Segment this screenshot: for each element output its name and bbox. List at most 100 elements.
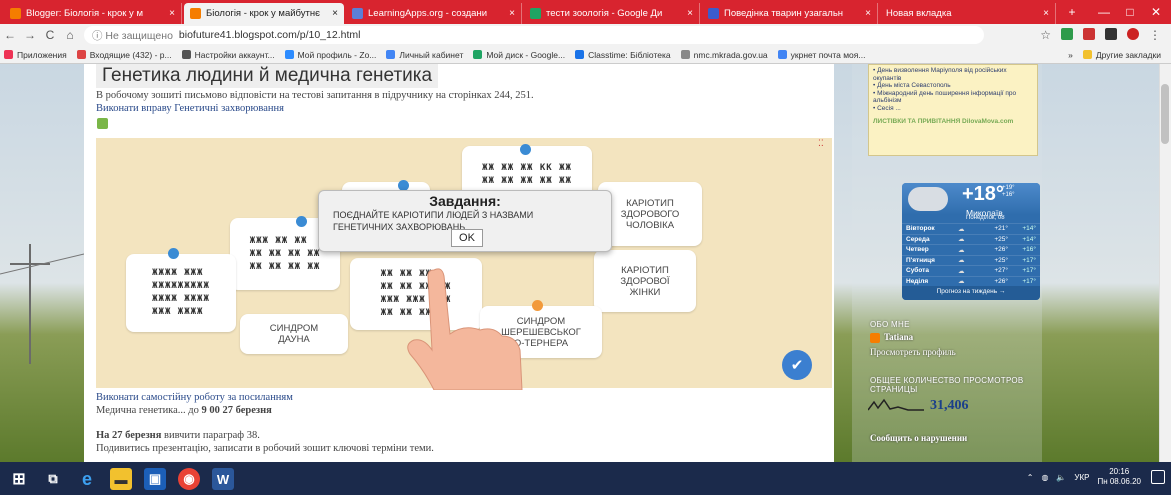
- tab-close-icon[interactable]: ×: [683, 8, 693, 19]
- fullscreen-icon[interactable]: ⁚⁚: [818, 138, 824, 149]
- forecast-row: Середа ☁ +25° +14°: [902, 233, 1040, 245]
- healthy-male-karyotype-card[interactable]: КАРІОТИП ЗДОРОВОГО ЧОЛОВІКА: [598, 182, 702, 246]
- cloud-icon: ☁: [958, 246, 965, 254]
- tab-label: Біологія - крок у майбутнє: [206, 8, 320, 19]
- clock[interactable]: 20:16 Пн 08.06.20: [1097, 467, 1141, 487]
- tab-blogger[interactable]: Blogger: Біологія - крок у м ×: [4, 3, 182, 24]
- clock-time: 20:16: [1109, 467, 1130, 476]
- url-text[interactable]: biofuture41.blogspot.com/p/10_12.html: [179, 29, 361, 41]
- karyotype-image: ЖЖ ЖЖ ЖЖ КК ЖЖ ЖЖ ЖЖ ЖЖ ЖЖ ЖЖ: [482, 163, 572, 186]
- tab-forms[interactable]: Поведінка тварин узагальн ×: [702, 3, 878, 24]
- task-dialog: Завдання: ПОЄДНАЙТЕ КАРІОТИПИ ЛЮДЕЙ З НА…: [318, 190, 612, 252]
- scrollbar-thumb[interactable]: [1161, 84, 1169, 144]
- ok-button[interactable]: OK: [451, 229, 483, 247]
- edit-icon[interactable]: [97, 118, 108, 129]
- chevron-up-icon[interactable]: ⌃: [1027, 473, 1034, 482]
- file-explorer-icon[interactable]: ▬: [110, 468, 132, 490]
- healthy-female-karyotype-card[interactable]: КАРІОТИП ЗДОРОВОЇ ЖІНКИ: [594, 250, 696, 312]
- profile-avatar[interactable]: [1127, 28, 1139, 40]
- news-item: • День визволення Маріуполя від російськ…: [873, 67, 1007, 82]
- bookmark-nmc[interactable]: nmc.mkrada.gov.ua: [680, 50, 768, 60]
- bookmark-personal-cabinet[interactable]: Личный кабинет: [386, 50, 463, 60]
- word-icon[interactable]: W: [212, 468, 234, 490]
- tab-close-icon[interactable]: ×: [165, 8, 175, 19]
- address-bar[interactable]: ⓘ Не защищено biofuture41.blogspot.com/p…: [84, 26, 984, 44]
- cloud-icon: ☁: [958, 267, 965, 275]
- chrome-icon[interactable]: ◉: [178, 468, 200, 490]
- forms-icon: [708, 8, 719, 19]
- bookmark-google-drive[interactable]: Мой диск - Google...: [473, 50, 565, 60]
- maximize-button[interactable]: □: [1116, 0, 1144, 24]
- drag-pin[interactable]: [168, 248, 179, 259]
- author-link[interactable]: Tatiana: [884, 332, 913, 342]
- bookmark-gmail[interactable]: Входящие (432) - p...: [76, 50, 172, 60]
- task-view-icon[interactable]: ⧉: [42, 468, 64, 490]
- holidays-widget[interactable]: • День визволення Маріуполя від російськ…: [868, 64, 1038, 156]
- bookmark-account-settings[interactable]: Настройки аккаунт...: [181, 50, 275, 60]
- volume-icon[interactable]: 🔈: [1056, 473, 1066, 482]
- language-indicator[interactable]: УКР: [1074, 473, 1089, 482]
- news-item: • Сесія ...: [873, 104, 901, 112]
- cloud-icon: ☁: [958, 225, 965, 233]
- network-icon[interactable]: ◍: [1041, 473, 1048, 482]
- tab-new[interactable]: Новая вкладка ×: [880, 3, 1056, 24]
- notifications-icon[interactable]: [1151, 470, 1165, 484]
- insecure-label[interactable]: ⓘ Не защищено: [92, 28, 173, 43]
- tab-close-icon[interactable]: ×: [505, 8, 515, 19]
- karyotype-card[interactable]: ЖЖЖЖ ЖЖЖ ЖЖЖЖЖЖЖЖЖ ЖЖЖЖ ЖЖЖЖ ЖЖЖ ЖЖЖЖ: [126, 254, 236, 332]
- extension-icon[interactable]: [1083, 28, 1095, 40]
- edge-icon[interactable]: e: [76, 468, 98, 490]
- bookmark-zoom-profile[interactable]: Мой профиль - Zo...: [284, 50, 376, 60]
- karyotype-image: ЖЖЖ ЖЖ ЖЖ ЖЖ ЖЖ ЖЖ ЖЖ ЖЖ ЖЖ ЖЖ ЖЖ: [249, 235, 321, 272]
- media-player-icon[interactable]: ▣: [144, 468, 166, 490]
- tab-biology-active[interactable]: Біологія - крок у майбутнє ×: [184, 3, 344, 24]
- blogger-icon: [10, 8, 21, 19]
- post-line: В робочому зошиті письмово відповісти на…: [96, 90, 534, 101]
- pointing-hand-icon: [407, 268, 523, 390]
- extension-icon[interactable]: [1105, 28, 1117, 40]
- page-title: Генетика людини й медична генетика: [96, 64, 439, 88]
- weather-widget[interactable]: +18° +19° +16° Миколаїв Понеділок, 08 Ві…: [902, 183, 1040, 300]
- bookmark-ukrnet[interactable]: укрнет почта моя...: [777, 50, 865, 60]
- tab-google-drive[interactable]: тести зоологія - Google Ди ×: [524, 3, 700, 24]
- independent-work-link[interactable]: Виконати самостійну роботу за посиланням: [96, 392, 293, 403]
- tab-label: Новая вкладка: [886, 8, 952, 19]
- close-window-button[interactable]: ✕: [1142, 0, 1170, 24]
- bookmark-star-icon[interactable]: ☆: [1040, 28, 1051, 42]
- back-icon[interactable]: ←: [0, 28, 20, 42]
- tab-close-icon[interactable]: ×: [861, 8, 871, 19]
- home-icon[interactable]: ⌂: [60, 28, 80, 42]
- bookmark-classtime[interactable]: Classtime: Біблiотека: [575, 50, 671, 60]
- drag-pin[interactable]: [296, 216, 307, 227]
- view-profile-link[interactable]: Просмотреть профиль: [870, 347, 956, 357]
- check-answer-icon[interactable]: ✔: [782, 350, 812, 380]
- tab-close-icon[interactable]: ×: [328, 8, 338, 19]
- report-abuse-link[interactable]: Сообщить о нарушении: [870, 432, 980, 444]
- menu-icon[interactable]: ⋮: [1149, 28, 1161, 42]
- extension-icon[interactable]: [1061, 28, 1073, 40]
- new-tab-button[interactable]: +: [1058, 0, 1086, 24]
- tab-label: LearningApps.org - создани: [368, 8, 488, 19]
- tab-close-icon[interactable]: ×: [1039, 8, 1049, 19]
- down-syndrome-card[interactable]: СИНДРОМ ДАУНА: [240, 314, 348, 354]
- tab-learningapps[interactable]: LearningApps.org - создани ×: [346, 3, 522, 24]
- bookmark-apps[interactable]: Приложения: [4, 50, 67, 60]
- reload-icon[interactable]: C: [40, 28, 60, 42]
- other-bookmarks[interactable]: Другие закладки: [1082, 50, 1161, 60]
- news-footer[interactable]: ЛИСТІВКИ ТА ПРИВІТАННЯ DilovaMova.com: [873, 118, 1033, 126]
- minimize-button[interactable]: —: [1090, 0, 1118, 24]
- pageviews-sparkline: [868, 398, 924, 411]
- news-item: • День міста Севастополь: [873, 82, 951, 89]
- windows-start-icon[interactable]: ⊞: [8, 468, 30, 490]
- blogger-icon: [190, 8, 201, 19]
- forward-icon[interactable]: →: [20, 28, 40, 42]
- google-drive-icon: [530, 8, 541, 19]
- drag-pin[interactable]: [520, 144, 531, 155]
- bookmarks-more-button[interactable]: »: [1068, 50, 1073, 60]
- exercise-link[interactable]: Виконати вправу Генетичні захворювання: [96, 103, 284, 114]
- bookmarks-bar: Приложения Входящие (432) - p... Настрой…: [0, 46, 1171, 64]
- weekly-forecast-link[interactable]: Прогноз на тиждень →: [902, 286, 1040, 300]
- cloud-rain-icon: [908, 187, 948, 211]
- system-tray: ⌃ ◍ 🔈 УКР 20:16 Пн 08.06.20: [1027, 467, 1141, 487]
- classtime-icon: [575, 50, 585, 59]
